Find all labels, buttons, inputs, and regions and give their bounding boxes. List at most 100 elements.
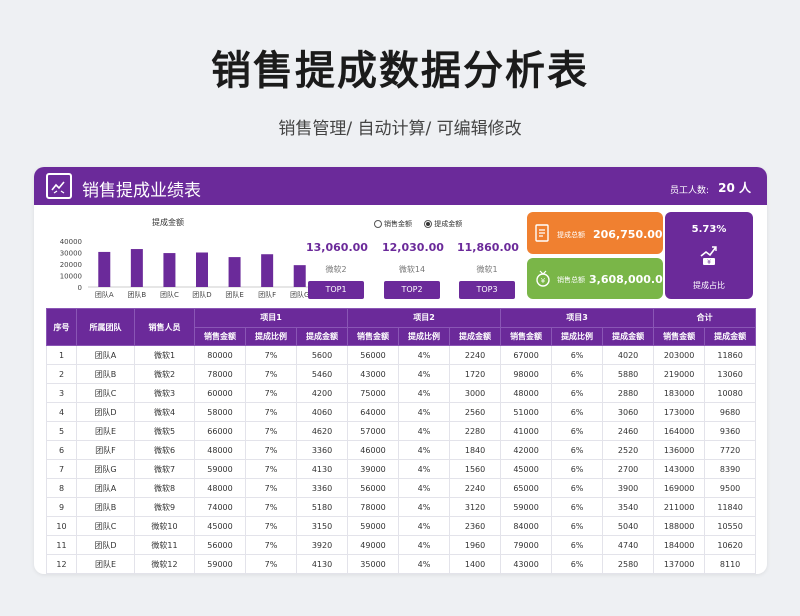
table-cell[interactable]: 1560 bbox=[449, 459, 502, 479]
table-cell[interactable]: 4060 bbox=[295, 402, 349, 422]
table-cell[interactable]: 7% bbox=[245, 478, 297, 498]
table-cell[interactable]: 4% bbox=[398, 383, 451, 403]
table-cell[interactable]: 6% bbox=[551, 459, 604, 479]
table-cell[interactable]: 3540 bbox=[602, 497, 655, 517]
table-cell[interactable]: 11860 bbox=[704, 345, 757, 365]
table-cell[interactable]: 6 bbox=[46, 440, 77, 460]
table-cell[interactable]: 5460 bbox=[295, 364, 349, 384]
table-cell[interactable]: 51000 bbox=[500, 402, 553, 422]
table-cell[interactable]: 团队D bbox=[76, 535, 135, 555]
table-cell[interactable]: 3360 bbox=[295, 478, 349, 498]
table-cell[interactable]: 团队C bbox=[76, 516, 135, 536]
table-cell[interactable]: 6% bbox=[551, 554, 604, 574]
table-cell[interactable]: 43000 bbox=[347, 364, 400, 384]
bar-3[interactable] bbox=[196, 252, 208, 288]
table-cell[interactable]: 78000 bbox=[347, 497, 400, 517]
table-cell[interactable]: 微软4 bbox=[134, 402, 195, 422]
table-cell[interactable]: 6% bbox=[551, 421, 604, 441]
table-cell[interactable]: 2280 bbox=[449, 421, 502, 441]
table-cell[interactable]: 1720 bbox=[449, 364, 502, 384]
table-cell[interactable]: 7 bbox=[46, 459, 77, 479]
table-cell[interactable]: 3360 bbox=[295, 440, 349, 460]
table-cell[interactable]: 143000 bbox=[653, 459, 706, 479]
table-cell[interactable]: 78000 bbox=[194, 364, 246, 384]
table-cell[interactable]: 183000 bbox=[653, 383, 706, 403]
top1-button[interactable]: TOP1 bbox=[308, 281, 364, 299]
table-cell[interactable]: 59000 bbox=[194, 554, 246, 574]
table-cell[interactable]: 67000 bbox=[500, 345, 553, 365]
table-cell[interactable]: 9680 bbox=[704, 402, 757, 422]
table-cell[interactable]: 59000 bbox=[500, 497, 553, 517]
table-cell[interactable]: 3120 bbox=[449, 497, 502, 517]
table-cell[interactable]: 微软9 bbox=[134, 497, 195, 517]
table-cell[interactable]: 2520 bbox=[602, 440, 655, 460]
table-cell[interactable]: 60000 bbox=[194, 383, 246, 403]
table-cell[interactable]: 4% bbox=[398, 516, 451, 536]
table-cell[interactable]: 6% bbox=[551, 440, 604, 460]
table-cell[interactable]: 团队E bbox=[76, 554, 135, 574]
table-cell[interactable]: 团队E bbox=[76, 421, 135, 441]
table-cell[interactable]: 7% bbox=[245, 345, 297, 365]
table-cell[interactable]: 7% bbox=[245, 364, 297, 384]
table-cell[interactable]: 48000 bbox=[194, 440, 246, 460]
table-cell[interactable]: 56000 bbox=[347, 345, 400, 365]
table-cell[interactable]: 4% bbox=[398, 478, 451, 498]
table-cell[interactable]: 173000 bbox=[653, 402, 706, 422]
table-cell[interactable]: 2880 bbox=[602, 383, 655, 403]
table-cell[interactable]: 7% bbox=[245, 421, 297, 441]
table-cell[interactable]: 团队C bbox=[76, 383, 135, 403]
table-cell[interactable]: 2240 bbox=[449, 478, 502, 498]
table-cell[interactable]: 75000 bbox=[347, 383, 400, 403]
table-cell[interactable]: 1840 bbox=[449, 440, 502, 460]
table-cell[interactable]: 9360 bbox=[704, 421, 757, 441]
table-cell[interactable]: 7% bbox=[245, 516, 297, 536]
bar-2[interactable] bbox=[163, 253, 176, 287]
table-cell[interactable]: 12 bbox=[46, 554, 77, 574]
table-cell[interactable]: 7% bbox=[245, 440, 297, 460]
table-cell[interactable]: 188000 bbox=[653, 516, 706, 536]
table-cell[interactable]: 8390 bbox=[704, 459, 757, 479]
table-cell[interactable]: 1400 bbox=[449, 554, 502, 574]
table-cell[interactable]: 微软6 bbox=[134, 440, 195, 460]
table-cell[interactable]: 7% bbox=[245, 383, 297, 403]
table-cell[interactable]: 169000 bbox=[653, 478, 706, 498]
table-cell[interactable]: 4 bbox=[46, 402, 77, 422]
table-cell[interactable]: 1 bbox=[46, 345, 77, 365]
table-cell[interactable]: 98000 bbox=[500, 364, 553, 384]
table-cell[interactable]: 84000 bbox=[500, 516, 553, 536]
table-cell[interactable]: 10080 bbox=[704, 383, 757, 403]
table-cell[interactable]: 4% bbox=[398, 554, 451, 574]
table-cell[interactable]: 团队F bbox=[76, 440, 135, 460]
table-cell[interactable]: 7% bbox=[245, 554, 297, 574]
table-cell[interactable]: 团队D bbox=[76, 402, 135, 422]
table-cell[interactable]: 微软10 bbox=[134, 516, 195, 536]
table-cell[interactable]: 4% bbox=[398, 459, 451, 479]
table-cell[interactable]: 5880 bbox=[602, 364, 655, 384]
table-cell[interactable]: 3060 bbox=[602, 402, 655, 422]
table-cell[interactable]: 6% bbox=[551, 516, 604, 536]
table-cell[interactable]: 2700 bbox=[602, 459, 655, 479]
table-cell[interactable]: 微软3 bbox=[134, 383, 195, 403]
table-cell[interactable]: 微软1 bbox=[134, 345, 195, 365]
table-cell[interactable]: 56000 bbox=[347, 478, 400, 498]
radio-sales-amount[interactable]: 销售金额 bbox=[374, 219, 412, 229]
table-cell[interactable]: 10620 bbox=[704, 535, 757, 555]
table-cell[interactable]: 1960 bbox=[449, 535, 502, 555]
table-cell[interactable]: 4% bbox=[398, 535, 451, 555]
table-cell[interactable]: 4740 bbox=[602, 535, 655, 555]
table-cell[interactable]: 45000 bbox=[500, 459, 553, 479]
table-cell[interactable]: 团队B bbox=[76, 497, 135, 517]
table-cell[interactable]: 6% bbox=[551, 478, 604, 498]
table-cell[interactable]: 3 bbox=[46, 383, 77, 403]
table-cell[interactable]: 微软7 bbox=[134, 459, 195, 479]
table-cell[interactable]: 9 bbox=[46, 497, 77, 517]
bar-0[interactable] bbox=[98, 251, 111, 287]
table-cell[interactable]: 3900 bbox=[602, 478, 655, 498]
table-cell[interactable]: 48000 bbox=[194, 478, 246, 498]
table-cell[interactable]: 4620 bbox=[295, 421, 349, 441]
table-cell[interactable]: 2 bbox=[46, 364, 77, 384]
table-cell[interactable]: 微软2 bbox=[134, 364, 195, 384]
table-cell[interactable]: 团队A bbox=[76, 478, 135, 498]
bar-6[interactable] bbox=[293, 265, 306, 287]
table-cell[interactable]: 42000 bbox=[500, 440, 553, 460]
